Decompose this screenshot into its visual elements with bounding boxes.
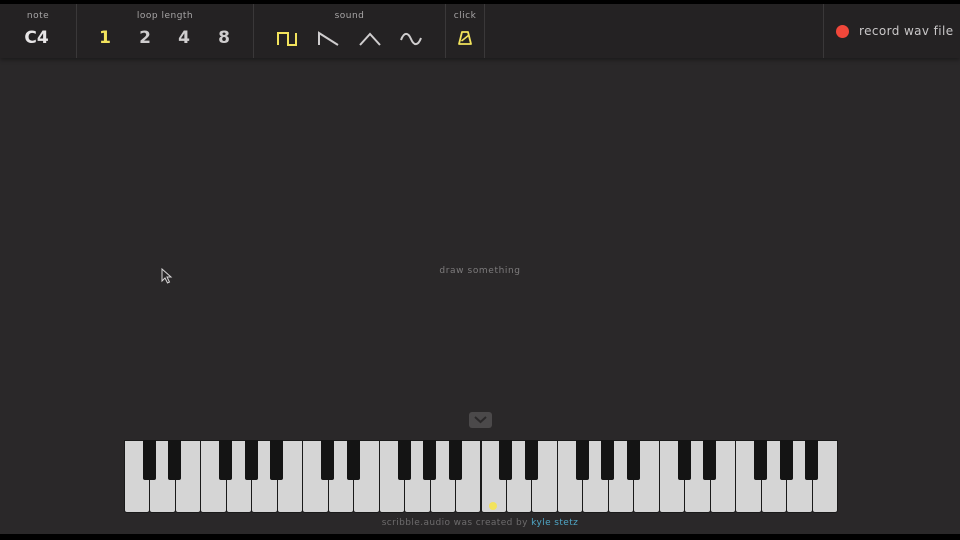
black-key-fsharp5[interactable] [754, 440, 768, 480]
piano-keyboard [124, 440, 838, 513]
toolbar: note C4 loop length 1 2 4 8 sound click … [0, 4, 960, 58]
keyboard-collapse-button[interactable] [469, 412, 492, 428]
click-toggle-button[interactable] [457, 30, 473, 46]
loop-length-4-button[interactable]: 4 [172, 28, 196, 48]
record-wav-button[interactable]: record wav file [836, 23, 954, 39]
record-wav-label: record wav file [859, 24, 954, 38]
black-key-csharp2[interactable] [142, 440, 156, 480]
note-section: note C4 [0, 4, 77, 58]
black-key-dsharp2[interactable] [168, 440, 182, 480]
black-key-asharp3[interactable] [448, 440, 462, 480]
app-window: note C4 loop length 1 2 4 8 sound click … [0, 4, 960, 534]
black-key-gsharp2[interactable] [244, 440, 258, 480]
black-key-csharp3[interactable] [321, 440, 335, 480]
sawtooth-wave-icon [318, 31, 339, 46]
black-key-dsharp3[interactable] [346, 440, 360, 480]
black-key-fsharp2[interactable] [219, 440, 233, 480]
loop-length-1-button[interactable]: 1 [93, 28, 117, 48]
sine-wave-icon [400, 32, 422, 46]
black-key-dsharp5[interactable] [703, 440, 717, 480]
triangle-wave-button[interactable] [358, 30, 382, 48]
triangle-wave-icon [359, 32, 381, 46]
black-key-asharp4[interactable] [626, 440, 640, 480]
black-key-asharp5[interactable] [805, 440, 819, 480]
black-key-fsharp3[interactable] [397, 440, 411, 480]
black-key-csharp4[interactable] [499, 440, 513, 480]
footer-text: scribble.audio was created by [381, 518, 532, 528]
note-value: C4 [24, 28, 49, 48]
click-section: click [446, 4, 485, 58]
loop-length-8-button[interactable]: 8 [212, 28, 236, 48]
record-section: record wav file [823, 4, 960, 58]
chevron-down-icon [474, 416, 487, 424]
loop-length-section: loop length 1 2 4 8 [77, 4, 254, 58]
footer-credit: scribble.audio was created by kyle stetz [0, 518, 960, 528]
sawtooth-wave-button[interactable] [317, 30, 341, 48]
square-wave-button[interactable] [276, 30, 300, 48]
drawing-canvas[interactable] [0, 58, 960, 414]
black-key-csharp5[interactable] [677, 440, 691, 480]
black-key-gsharp4[interactable] [601, 440, 615, 480]
mouse-cursor-icon [161, 268, 173, 284]
black-key-gsharp3[interactable] [423, 440, 437, 480]
note-label: note [26, 11, 50, 21]
black-key-gsharp5[interactable] [779, 440, 793, 480]
loop-length-2-button[interactable]: 2 [133, 28, 157, 48]
click-label: click [453, 11, 477, 21]
black-key-fsharp4[interactable] [575, 440, 589, 480]
loop-length-label: loop length [136, 11, 194, 21]
draw-hint: draw something [439, 266, 521, 276]
author-link[interactable]: kyle stetz [531, 518, 578, 528]
black-key-dsharp4[interactable] [524, 440, 538, 480]
sound-section: sound [254, 4, 446, 58]
record-dot-icon [836, 24, 849, 38]
metronome-icon [458, 31, 472, 45]
square-wave-icon [277, 32, 297, 46]
sound-label: sound [334, 11, 365, 21]
sine-wave-button[interactable] [399, 30, 423, 48]
black-key-asharp2[interactable] [270, 440, 284, 480]
